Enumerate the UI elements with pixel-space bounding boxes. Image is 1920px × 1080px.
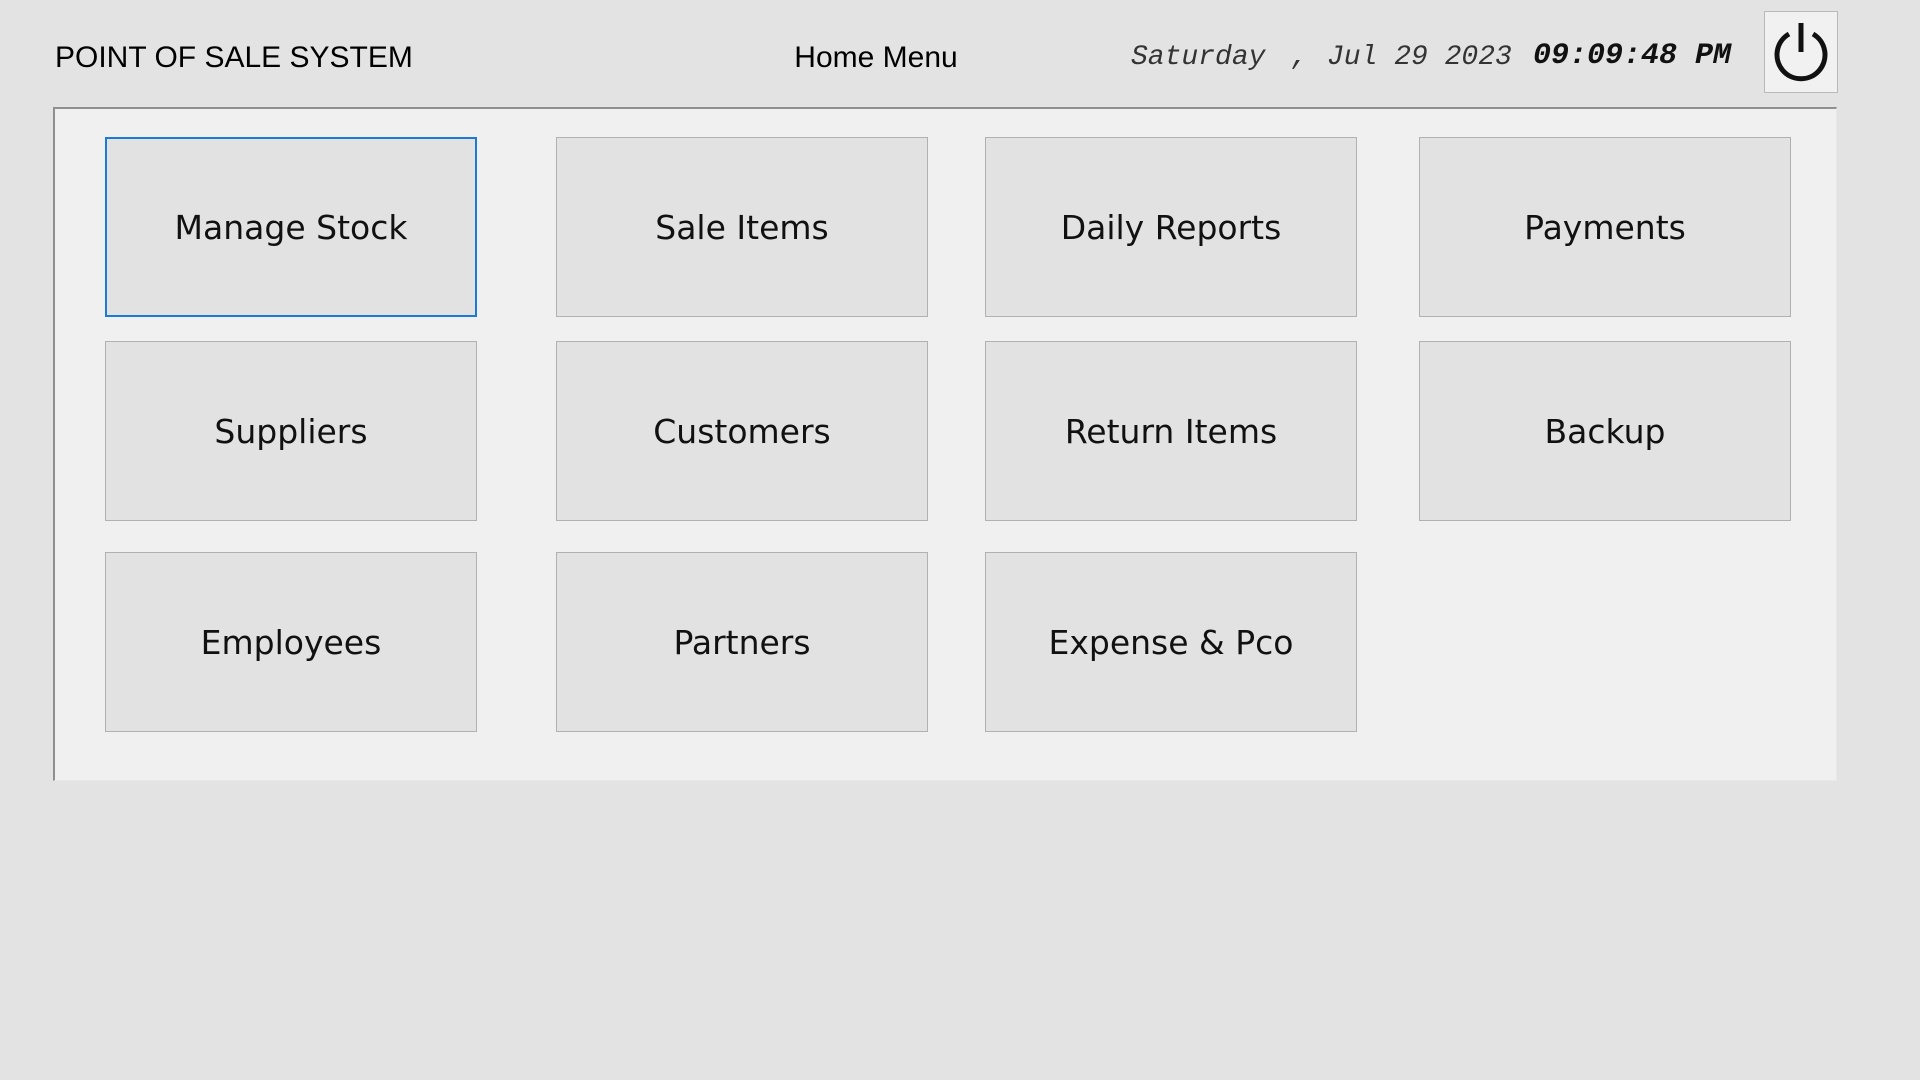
partners-button[interactable]: Partners (556, 552, 928, 732)
daily-reports-button[interactable]: Daily Reports (985, 137, 1357, 317)
clock-time: 09:09:48 PM (1533, 39, 1732, 73)
date-value: Jul 29 2023 (1327, 42, 1512, 73)
menu-panel: Manage Stock Sale Items Daily Reports Pa… (53, 107, 1837, 781)
date-separator: , (1291, 42, 1308, 73)
sale-items-button[interactable]: Sale Items (556, 137, 928, 317)
payments-button[interactable]: Payments (1419, 137, 1791, 317)
expense-pco-button[interactable]: Expense & Pco (985, 552, 1357, 732)
employees-button[interactable]: Employees (105, 552, 477, 732)
page-title: Home Menu (794, 41, 958, 74)
customers-button[interactable]: Customers (556, 341, 928, 521)
return-items-button[interactable]: Return Items (985, 341, 1357, 521)
manage-stock-button[interactable]: Manage Stock (105, 137, 477, 317)
date-day: Saturday (1131, 42, 1266, 73)
power-icon (1774, 23, 1828, 82)
suppliers-button[interactable]: Suppliers (105, 341, 477, 521)
app-title: POINT OF SALE SYSTEM (55, 41, 413, 74)
power-button[interactable] (1764, 11, 1838, 93)
backup-button[interactable]: Backup (1419, 341, 1791, 521)
